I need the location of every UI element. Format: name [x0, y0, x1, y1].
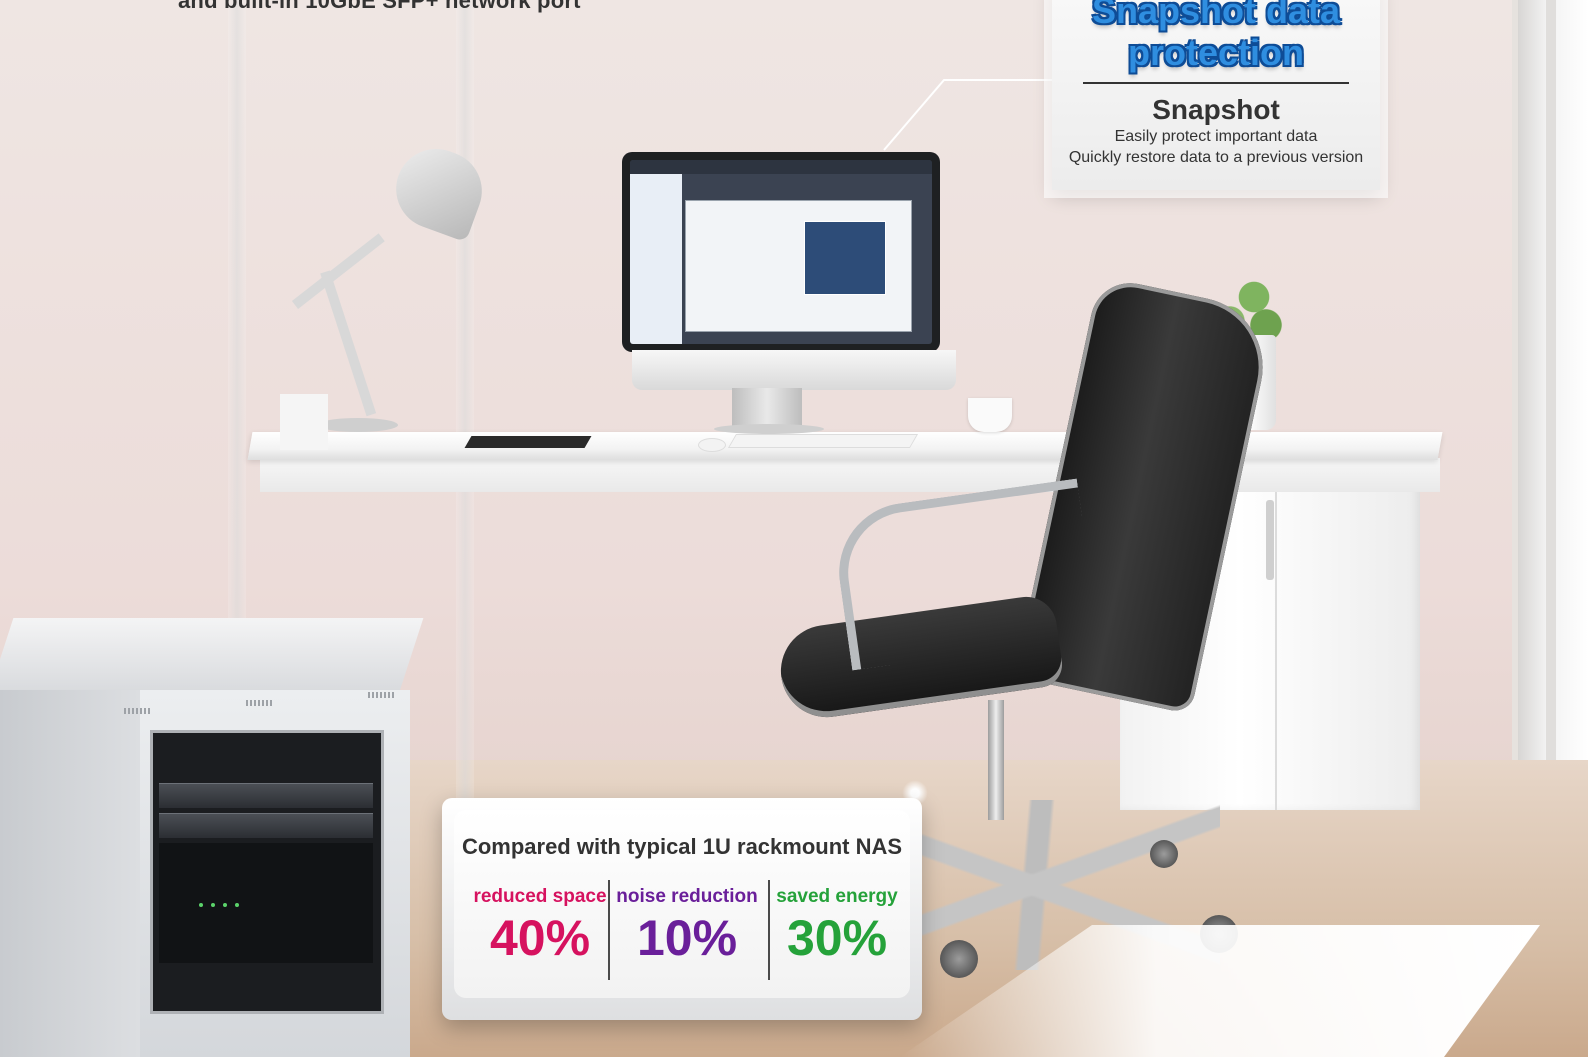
comparison-item-space: reduced space 40% [465, 886, 615, 966]
comparison-label: reduced space [473, 886, 607, 907]
cabinet-seam [1275, 480, 1277, 810]
cabinet-handle [1266, 500, 1274, 580]
lamp-base [318, 418, 398, 432]
comparison-label: noise reduction [616, 886, 758, 907]
window [1512, 0, 1588, 760]
monitor [622, 152, 940, 352]
monitor-screen [630, 160, 932, 344]
keyboard [727, 434, 919, 448]
headline: and built-in 10GbE SFP+ network port [178, 0, 581, 13]
lamp-head [384, 137, 494, 243]
comparison-heading: Compared with typical 1U rackmount NAS [461, 834, 903, 859]
comparison-item-noise: noise reduction 10% [612, 886, 762, 966]
vent [246, 700, 272, 706]
chair-caster [1150, 840, 1178, 868]
column-divider [608, 880, 610, 980]
monitor-stand [732, 388, 802, 428]
comparison-panel: Compared with typical 1U rackmount NAS r… [442, 798, 922, 1020]
vent [124, 708, 150, 714]
audio-panel [159, 843, 373, 963]
snapshot-benefit: Easily protect important data [1114, 128, 1318, 145]
snapshot-title: Snapshot data protection [1052, 0, 1380, 74]
chair-caster [940, 940, 978, 978]
status-led [199, 903, 203, 907]
notebook [464, 436, 592, 448]
desk-front [260, 458, 1440, 492]
snapshot-subtitle: Snapshot [1152, 94, 1280, 125]
rack-cabinet-top [0, 618, 424, 690]
rack-cabinet-side [0, 690, 140, 1057]
snapshot-card: Snapshot data protection Snapshot Easily… [1052, 0, 1380, 190]
window-mullion [1546, 0, 1556, 760]
monitor-chin [632, 350, 956, 390]
lamp-arm [320, 270, 377, 417]
rack-window [150, 730, 384, 1014]
snapshot-benefit: Quickly restore data to a previous versi… [1068, 149, 1364, 166]
comparison-value: 30% [786, 910, 888, 966]
status-led [211, 903, 215, 907]
screen-dialog-preview [804, 221, 886, 295]
mouse [698, 438, 726, 452]
comparison-value: 40% [489, 910, 591, 966]
snapshot-title-line1: Snapshot data [1091, 0, 1341, 31]
status-led [235, 903, 239, 907]
screen-dialog [685, 200, 912, 332]
screen-titlebar [630, 160, 932, 174]
status-led [223, 903, 227, 907]
screen-sidebar [630, 174, 682, 344]
snapshot-title-line2: protection [1128, 32, 1304, 73]
comparison-item-energy: saved energy 30% [762, 886, 912, 966]
coffee-cup [968, 398, 1012, 432]
divider [1083, 82, 1349, 84]
comparison-card: Compared with typical 1U rackmount NAS r… [454, 810, 910, 998]
comparison-label: saved energy [776, 886, 898, 907]
pencil-cup [280, 394, 328, 450]
vent [368, 692, 394, 698]
comparison-value: 10% [636, 910, 738, 966]
nas-unit [159, 813, 373, 838]
nas-unit [159, 783, 373, 808]
monitor-base [714, 424, 824, 434]
